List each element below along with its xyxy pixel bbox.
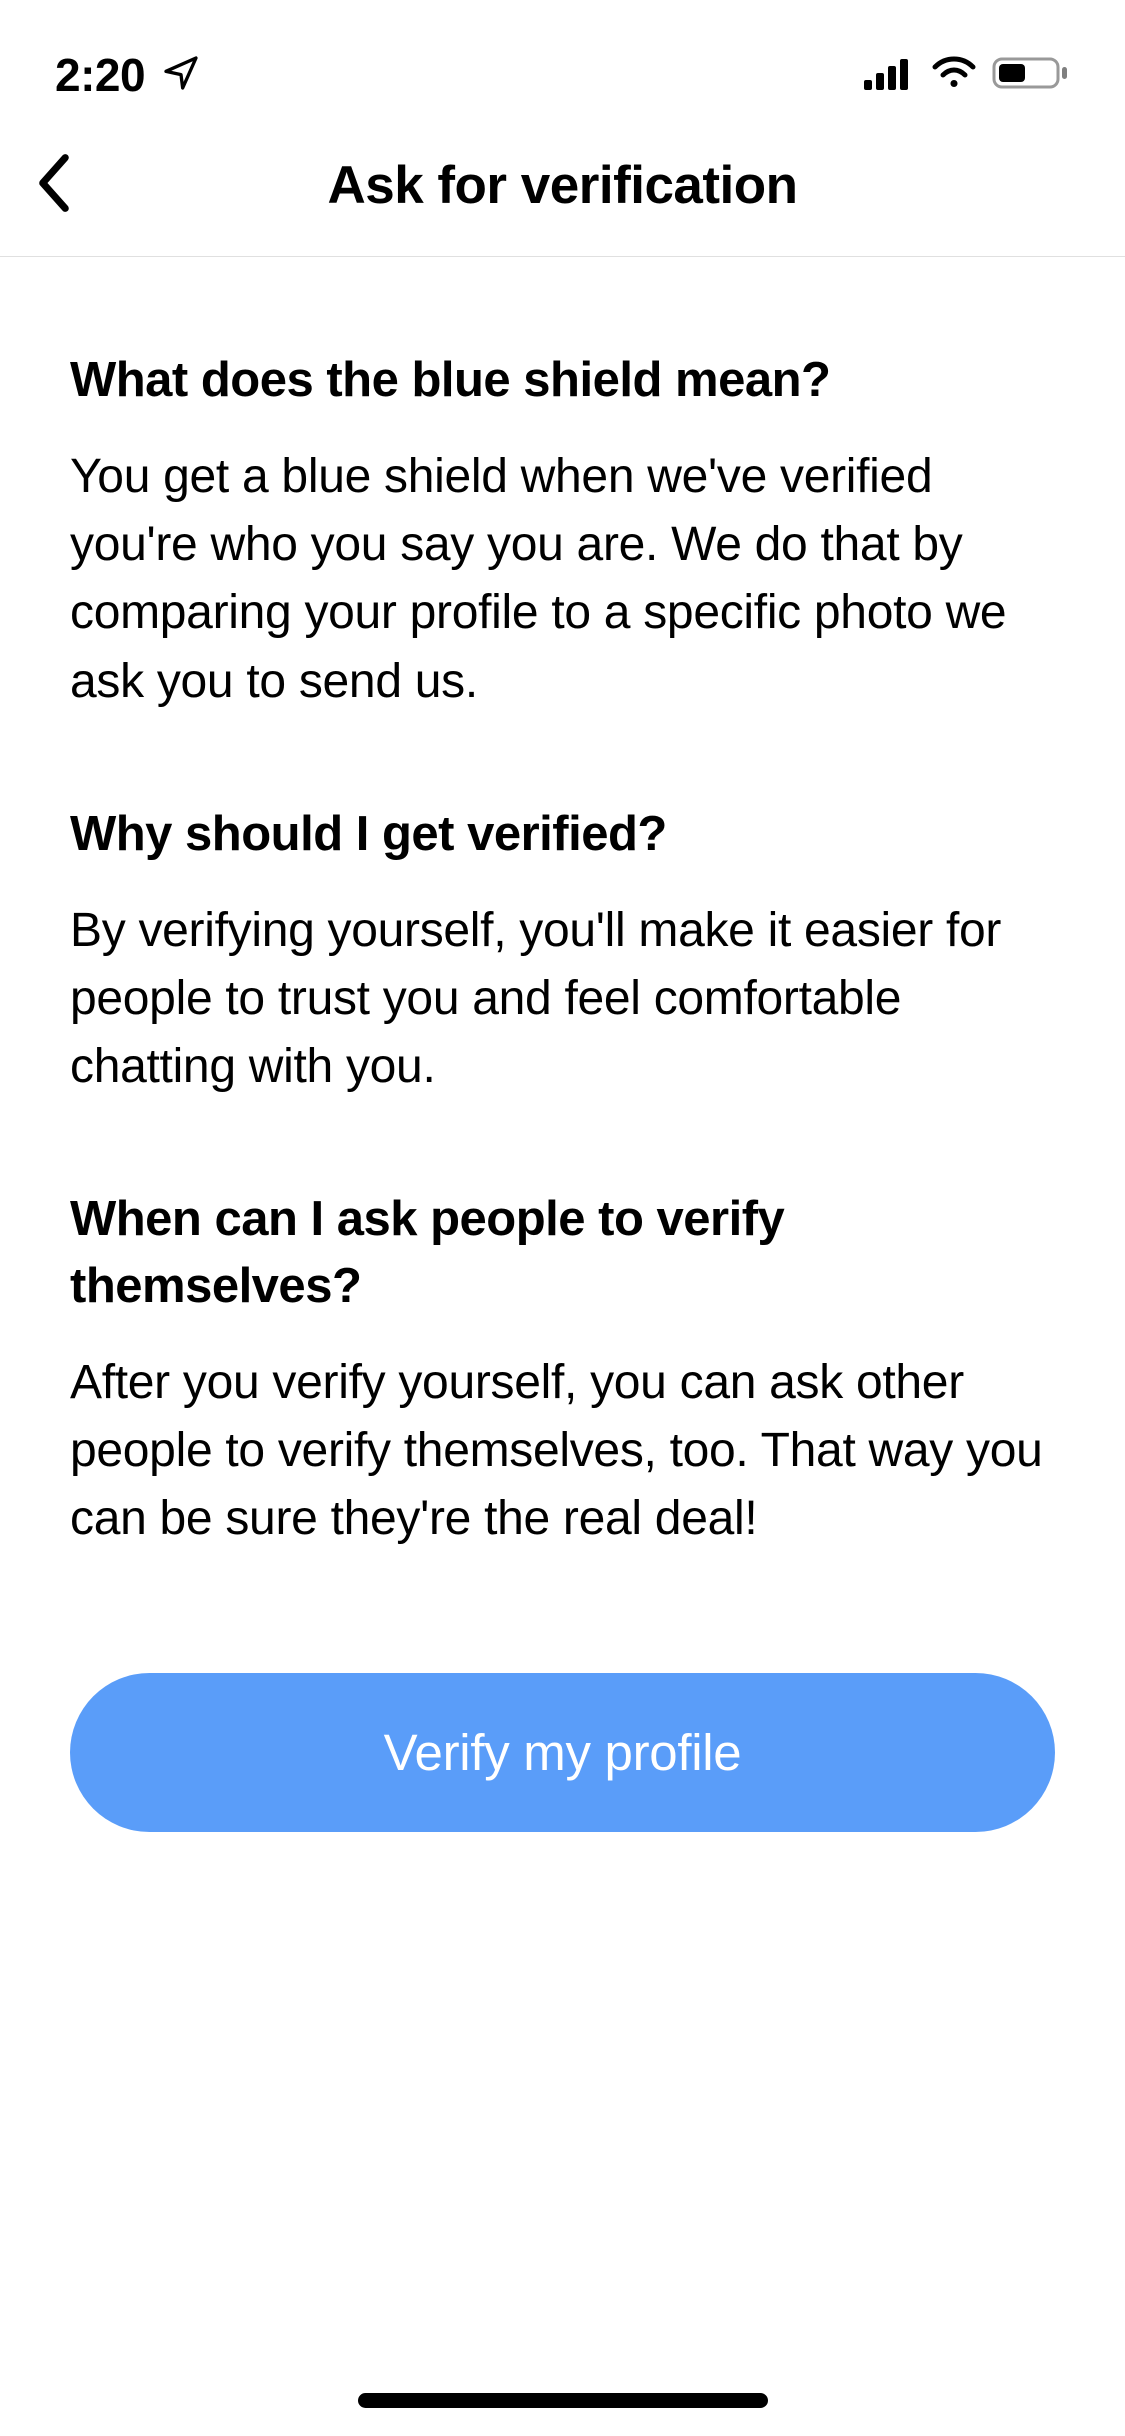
section-heading: When can I ask people to verify themselv… <box>70 1186 1055 1318</box>
back-button[interactable] <box>30 152 78 219</box>
status-right-group <box>864 55 1070 96</box>
status-bar: 2:20 <box>0 0 1125 130</box>
faq-section: What does the blue shield mean? You get … <box>70 347 1055 716</box>
content-area: What does the blue shield mean? You get … <box>0 257 1125 1832</box>
cellular-signal-icon <box>864 56 916 95</box>
faq-section: Why should I get verified? By verifying … <box>70 801 1055 1102</box>
page-title: Ask for verification <box>30 155 1095 216</box>
status-time: 2:20 <box>55 48 145 102</box>
navigation-header: Ask for verification <box>0 130 1125 257</box>
location-arrow-icon <box>161 53 201 98</box>
section-body: You get a blue shield when we've verifie… <box>70 443 1055 716</box>
section-body: By verifying yourself, you'll make it ea… <box>70 897 1055 1101</box>
status-left-group: 2:20 <box>55 48 201 102</box>
section-heading: Why should I get verified? <box>70 801 1055 867</box>
section-heading: What does the blue shield mean? <box>70 347 1055 413</box>
wifi-icon <box>930 55 978 96</box>
faq-section: When can I ask people to verify themselv… <box>70 1186 1055 1553</box>
battery-icon <box>992 55 1070 96</box>
verify-profile-button[interactable]: Verify my profile <box>70 1673 1055 1832</box>
section-body: After you verify yourself, you can ask o… <box>70 1349 1055 1553</box>
home-indicator[interactable] <box>358 2393 768 2408</box>
